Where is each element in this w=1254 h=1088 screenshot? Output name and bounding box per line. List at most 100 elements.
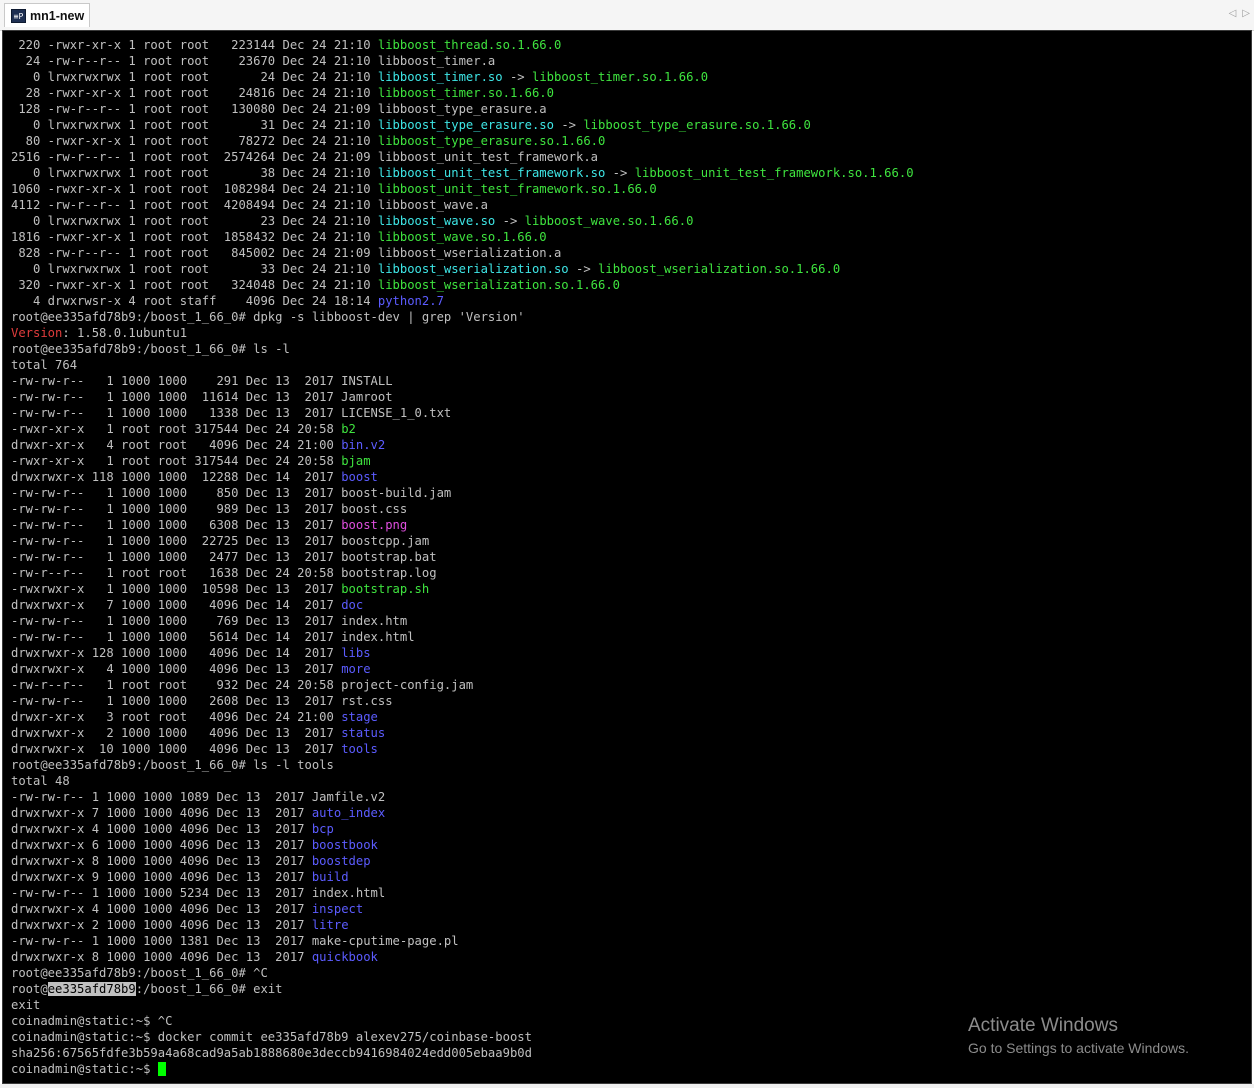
terminal-line: drwxrwxr-x 4 1000 1000 4096 Dec 13 2017 … — [11, 901, 1251, 917]
terminal-text: drwxrwxr-x 8 1000 1000 4096 Dec 13 2017 — [11, 854, 312, 868]
terminal-text: more — [341, 662, 371, 676]
terminal-text: 24 -rw-r--r-- 1 root root 23670 Dec 24 2… — [11, 54, 496, 68]
terminal-line: 220 -rwxr-xr-x 1 root root 223144 Dec 24… — [11, 37, 1251, 53]
terminal-text: total 764 — [11, 358, 78, 372]
terminal-text: -> — [605, 166, 635, 180]
terminal-text: root@ee335afd78b9:/boost_1_66_0# ls -l — [11, 342, 290, 356]
terminal-line: -rw-rw-r-- 1 1000 1000 5234 Dec 13 2017 … — [11, 885, 1251, 901]
terminal-line: 1060 -rwxr-xr-x 1 root root 1082984 Dec … — [11, 181, 1251, 197]
terminal-line: -rw-rw-r-- 1 1000 1000 291 Dec 13 2017 I… — [11, 373, 1251, 389]
terminal-text: boost — [341, 470, 378, 484]
terminal-text: python2.7 — [377, 294, 444, 308]
terminal-line: -rw-rw-r-- 1 1000 1000 2477 Dec 13 2017 … — [11, 549, 1251, 565]
terminal-text: drwxrwxr-x 8 1000 1000 4096 Dec 13 2017 — [11, 950, 312, 964]
terminal-text: libboost_wserialization.so — [377, 262, 569, 276]
terminal-text: libboost_type_erasure.so.1.66.0 — [377, 134, 606, 148]
window-bottom-edge — [0, 1084, 1254, 1088]
terminal-text: bin.v2 — [341, 438, 386, 452]
terminal-line: root@ee335afd78b9:/boost_1_66_0# dpkg -s… — [11, 309, 1251, 325]
terminal-text: b2 — [341, 422, 356, 436]
terminal-line: 80 -rwxr-xr-x 1 root root 78272 Dec 24 2… — [11, 133, 1251, 149]
terminal-text: 0 lrwxrwxrwx 1 root root 33 Dec 24 21:10 — [11, 262, 378, 276]
terminal-text: coinadmin@static:~$ — [11, 1062, 158, 1076]
terminal-text: libboost_thread.so.1.66.0 — [377, 38, 562, 52]
scroll-left-icon[interactable]: ◁ — [1229, 8, 1237, 19]
terminal-text: -rwxr-xr-x 1 root root 317544 Dec 24 20:… — [11, 422, 342, 436]
terminal-text: -rw-rw-r-- 1 1000 1000 11614 Dec 13 2017… — [11, 390, 393, 404]
terminal-line: drwxrwxr-x 9 1000 1000 4096 Dec 13 2017 … — [11, 869, 1251, 885]
terminal-text: drwxrwxr-x 118 1000 1000 12288 Dec 14 20… — [11, 470, 342, 484]
terminal-text: sha256:67565fdfe3b59a4a68cad9a5ab1888680… — [11, 1046, 532, 1060]
terminal-text: drwxr-xr-x 3 root root 4096 Dec 24 21:00 — [11, 710, 342, 724]
terminal-line: -rw-rw-r-- 1 1000 1000 769 Dec 13 2017 i… — [11, 613, 1251, 629]
terminal-line: 0 lrwxrwxrwx 1 root root 31 Dec 24 21:10… — [11, 117, 1251, 133]
terminal-text: drwxrwxr-x 7 1000 1000 4096 Dec 14 2017 — [11, 598, 342, 612]
terminal-text: -rwxr-xr-x 1 root root 317544 Dec 24 20:… — [11, 454, 342, 468]
terminal-line: root@ee335afd78b9:/boost_1_66_0# exit — [11, 981, 1251, 997]
terminal-line: coinadmin@static:~$ — [11, 1061, 1251, 1077]
terminal-text: -rw-rw-r-- 1 1000 1000 769 Dec 13 2017 i… — [11, 614, 408, 628]
terminal-text: -rw-rw-r-- 1 1000 1000 22725 Dec 13 2017… — [11, 534, 430, 548]
terminal-text: -rw-rw-r-- 1 1000 1000 1381 Dec 13 2017 … — [11, 934, 459, 948]
session-tab-label: mn1-new — [30, 8, 85, 23]
terminal-line: -rwxr-xr-x 1 root root 317544 Dec 24 20:… — [11, 453, 1251, 469]
terminal-line: 4112 -rw-r--r-- 1 root root 4208494 Dec … — [11, 197, 1251, 213]
terminal-text: drwxrwxr-x 9 1000 1000 4096 Dec 13 2017 — [11, 870, 312, 884]
terminal-line: drwxrwxr-x 118 1000 1000 12288 Dec 14 20… — [11, 469, 1251, 485]
terminal-text: -rw-rw-r-- 1 1000 1000 5614 Dec 14 2017 … — [11, 630, 415, 644]
terminal-line: root@ee335afd78b9:/boost_1_66_0# ls -l t… — [11, 757, 1251, 773]
terminal-text: drwxrwxr-x 6 1000 1000 4096 Dec 13 2017 — [11, 838, 312, 852]
terminal-text: boostbook — [311, 838, 378, 852]
terminal-line: 0 lrwxrwxrwx 1 root root 33 Dec 24 21:10… — [11, 261, 1251, 277]
terminal-line: 28 -rwxr-xr-x 1 root root 24816 Dec 24 2… — [11, 85, 1251, 101]
terminal-line: drwxrwxr-x 8 1000 1000 4096 Dec 13 2017 … — [11, 949, 1251, 965]
terminal-text: drwxrwxr-x 10 1000 1000 4096 Dec 13 2017 — [11, 742, 342, 756]
terminal-text: bootstrap.sh — [341, 582, 430, 596]
tab-scroll-arrows: ◁ ▷ — [1229, 8, 1250, 19]
terminal-text: litre — [311, 918, 349, 932]
terminal-text: -rw-rw-r-- 1 1000 1000 1089 Dec 13 2017 … — [11, 790, 386, 804]
terminal-text: 4 drwxrwsr-x 4 root staff 4096 Dec 24 18… — [11, 294, 378, 308]
terminal-text: drwxrwxr-x 4 1000 1000 4096 Dec 13 2017 — [11, 822, 312, 836]
session-tab[interactable]: ≡P mn1-new — [4, 3, 90, 27]
terminal-line: -rw-rw-r-- 1 1000 1000 2608 Dec 13 2017 … — [11, 693, 1251, 709]
terminal-line: drwxrwxr-x 8 1000 1000 4096 Dec 13 2017 … — [11, 853, 1251, 869]
terminal-output[interactable]: 220 -rwxr-xr-x 1 root root 223144 Dec 24… — [2, 30, 1252, 1084]
terminal-text: status — [341, 726, 386, 740]
terminal-text: -rw-rw-r-- 1 1000 1000 850 Dec 13 2017 b… — [11, 486, 452, 500]
terminal-line: root@ee335afd78b9:/boost_1_66_0# ls -l — [11, 341, 1251, 357]
terminal-line: 2516 -rw-r--r-- 1 root root 2574264 Dec … — [11, 149, 1251, 165]
terminal-line: 24 -rw-r--r-- 1 root root 23670 Dec 24 2… — [11, 53, 1251, 69]
activate-windows-watermark: Activate Windows Go to Settings to activ… — [968, 1014, 1189, 1058]
terminal-text: doc — [341, 598, 364, 612]
terminal-text: -> — [568, 262, 599, 276]
terminal-line: drwxrwxr-x 2 1000 1000 4096 Dec 13 2017 … — [11, 917, 1251, 933]
scroll-right-icon[interactable]: ▷ — [1242, 8, 1250, 19]
terminal-text: drwxrwxr-x 4 1000 1000 4096 Dec 13 2017 — [11, 662, 342, 676]
terminal-text: 0 lrwxrwxrwx 1 root root 23 Dec 24 21:10 — [11, 214, 378, 228]
terminal-text: : 1.58.0.1ubuntu1 — [62, 326, 188, 340]
terminal-line: -rw-rw-r-- 1 1000 1000 989 Dec 13 2017 b… — [11, 501, 1251, 517]
terminal-line: root@ee335afd78b9:/boost_1_66_0# ^C — [11, 965, 1251, 981]
terminal-cursor — [157, 1062, 166, 1076]
terminal-text: drwxrwxr-x 7 1000 1000 4096 Dec 13 2017 — [11, 806, 312, 820]
terminal-text: 0 lrwxrwxrwx 1 root root 24 Dec 24 21:10 — [11, 70, 378, 84]
terminal-text: libboost_timer.so.1.66.0 — [377, 86, 554, 100]
terminal-line: 828 -rw-r--r-- 1 root root 845002 Dec 24… — [11, 245, 1251, 261]
terminal-text: 0 lrwxrwxrwx 1 root root 38 Dec 24 21:10 — [11, 166, 378, 180]
terminal-text: -rw-r--r-- 1 root root 932 Dec 24 20:58 … — [11, 678, 474, 692]
terminal-text: 4112 -rw-r--r-- 1 root root 4208494 Dec … — [11, 198, 488, 212]
terminal-text: -rw-rw-r-- 1 1000 1000 989 Dec 13 2017 b… — [11, 502, 408, 516]
terminal-app-icon: ≡P — [11, 8, 26, 23]
terminal-text: 220 -rwxr-xr-x 1 root root 223144 Dec 24… — [11, 38, 378, 52]
terminal-text: 128 -rw-r--r-- 1 root root 130080 Dec 24… — [11, 102, 547, 116]
terminal-text: -rwxrwxr-x 1 1000 1000 10598 Dec 13 2017 — [11, 582, 342, 596]
terminal-text: root@ee335afd78b9:/boost_1_66_0# dpkg -s… — [11, 310, 525, 324]
terminal-text: 320 -rwxr-xr-x 1 root root 324048 Dec 24… — [11, 278, 378, 292]
terminal-text: -rw-rw-r-- 1 1000 1000 6308 Dec 13 2017 — [11, 518, 342, 532]
terminal-line: -rw-rw-r-- 1 1000 1000 5614 Dec 14 2017 … — [11, 629, 1251, 645]
terminal-text: drwxrwxr-x 4 1000 1000 4096 Dec 13 2017 — [11, 902, 312, 916]
terminal-line: -rw-rw-r-- 1 1000 1000 850 Dec 13 2017 b… — [11, 485, 1251, 501]
text-cursor-icon — [695, 1066, 701, 1082]
terminal-line: drwxrwxr-x 2 1000 1000 4096 Dec 13 2017 … — [11, 725, 1251, 741]
